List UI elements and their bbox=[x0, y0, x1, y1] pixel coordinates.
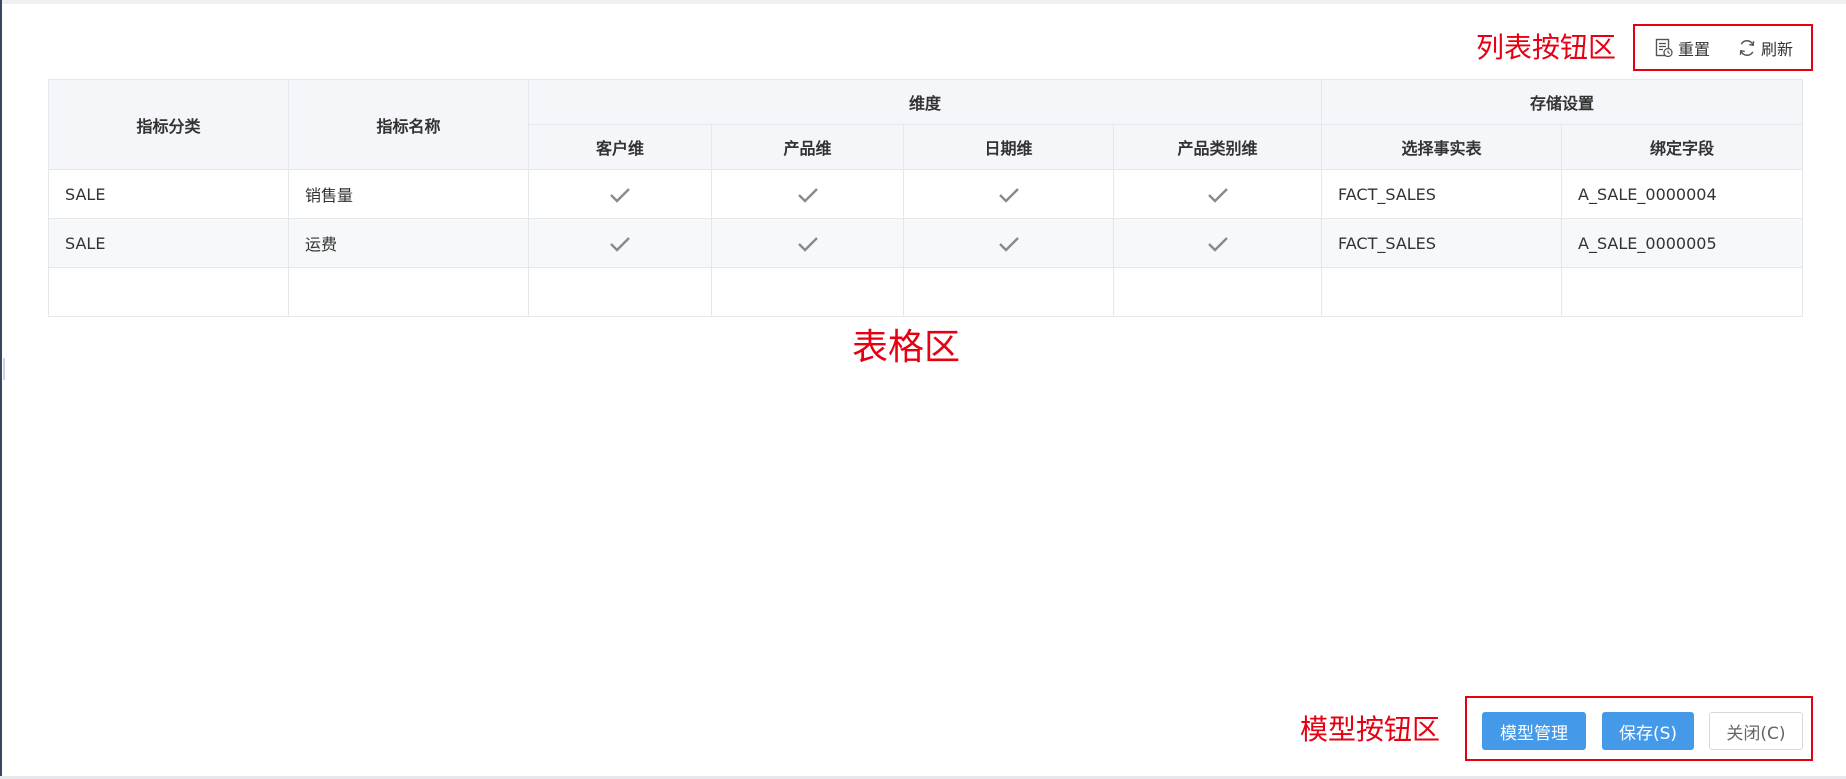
top-border bbox=[0, 0, 1846, 4]
empty-cell[interactable] bbox=[288, 267, 529, 317]
checkmark-icon bbox=[998, 236, 1019, 252]
model-management-button[interactable]: 模型管理 bbox=[1482, 712, 1586, 750]
cell-bound-field[interactable]: A_SALE_0000005 bbox=[1561, 218, 1804, 268]
checkmark-icon bbox=[1207, 187, 1228, 203]
reset-form-icon bbox=[1654, 38, 1674, 58]
checkmark-icon bbox=[998, 187, 1019, 203]
cell-customer-dim[interactable] bbox=[528, 218, 712, 268]
checkmark-icon bbox=[797, 187, 818, 203]
cell-date-dim[interactable] bbox=[903, 169, 1114, 219]
cell-fact-table[interactable]: FACT_SALES bbox=[1321, 169, 1563, 219]
cell-date-dim[interactable] bbox=[903, 218, 1114, 268]
empty-cell[interactable] bbox=[48, 267, 289, 317]
checkmark-icon bbox=[610, 187, 630, 203]
cell-category[interactable]: SALE bbox=[48, 218, 289, 268]
cell-product-category-dim[interactable] bbox=[1112, 218, 1323, 268]
cell-name[interactable]: 运费 bbox=[288, 218, 529, 268]
header-group-dimension: 维度 bbox=[527, 79, 1323, 125]
checkmark-icon bbox=[1207, 236, 1228, 252]
header-bound-field[interactable]: 绑定字段 bbox=[1561, 124, 1804, 170]
cell-fact-table[interactable]: FACT_SALES bbox=[1321, 218, 1563, 268]
cell-customer-dim[interactable] bbox=[528, 169, 712, 219]
header-product-category-dim[interactable]: 产品类别维 bbox=[1112, 124, 1323, 170]
reset-label: 重置 bbox=[1678, 40, 1711, 59]
checkmark-icon bbox=[797, 236, 818, 252]
cell-bound-field[interactable]: A_SALE_0000004 bbox=[1561, 169, 1804, 219]
annotation-table-area: 表格区 bbox=[852, 327, 961, 368]
header-customer-dim[interactable]: 客户维 bbox=[528, 124, 712, 170]
empty-cell[interactable] bbox=[528, 267, 712, 317]
cell-product-dim[interactable] bbox=[711, 169, 904, 219]
refresh-button[interactable]: 刷新 bbox=[1737, 37, 1793, 59]
save-button[interactable]: 保存(S) bbox=[1602, 712, 1694, 750]
annotation-list-buttons-area: 列表按钮区 bbox=[1476, 31, 1617, 64]
header-product-dim[interactable]: 产品维 bbox=[711, 124, 904, 170]
checkmark-icon bbox=[610, 236, 630, 252]
empty-cell[interactable] bbox=[1112, 267, 1323, 317]
empty-cell[interactable] bbox=[711, 267, 904, 317]
cell-product-dim[interactable] bbox=[711, 218, 904, 268]
cell-name[interactable]: 销售量 bbox=[288, 169, 529, 219]
close-button[interactable]: 关闭(C) bbox=[1709, 712, 1803, 750]
refresh-label: 刷新 bbox=[1761, 40, 1794, 59]
table-row[interactable]: SALE 销售量 FACT_SALES A_SALE_0000004 bbox=[48, 169, 1804, 219]
header-metric-category[interactable]: 指标分类 bbox=[48, 79, 289, 170]
resize-handle[interactable] bbox=[3, 358, 5, 380]
cell-category[interactable]: SALE bbox=[48, 169, 289, 219]
empty-cell[interactable] bbox=[903, 267, 1114, 317]
metrics-table: 指标分类 指标名称 维度 存储设置 客户维 产品维 日期维 产品类别维 选择事实… bbox=[48, 79, 1804, 317]
annotation-model-buttons-area: 模型按钮区 bbox=[1300, 713, 1441, 746]
table-row[interactable]: SALE 运费 FACT_SALES A_SALE_0000005 bbox=[48, 218, 1804, 268]
table-row-empty[interactable] bbox=[48, 267, 1804, 317]
cell-product-category-dim[interactable] bbox=[1112, 169, 1323, 219]
left-border bbox=[0, 0, 2, 779]
empty-cell[interactable] bbox=[1321, 267, 1563, 317]
header-date-dim[interactable]: 日期维 bbox=[903, 124, 1114, 170]
empty-cell[interactable] bbox=[1561, 267, 1804, 317]
reset-button[interactable]: 重置 bbox=[1654, 37, 1710, 59]
header-fact-table[interactable]: 选择事实表 bbox=[1321, 124, 1563, 170]
header-group-storage: 存储设置 bbox=[1321, 79, 1804, 125]
header-metric-name[interactable]: 指标名称 bbox=[288, 79, 529, 170]
refresh-icon bbox=[1737, 38, 1757, 58]
